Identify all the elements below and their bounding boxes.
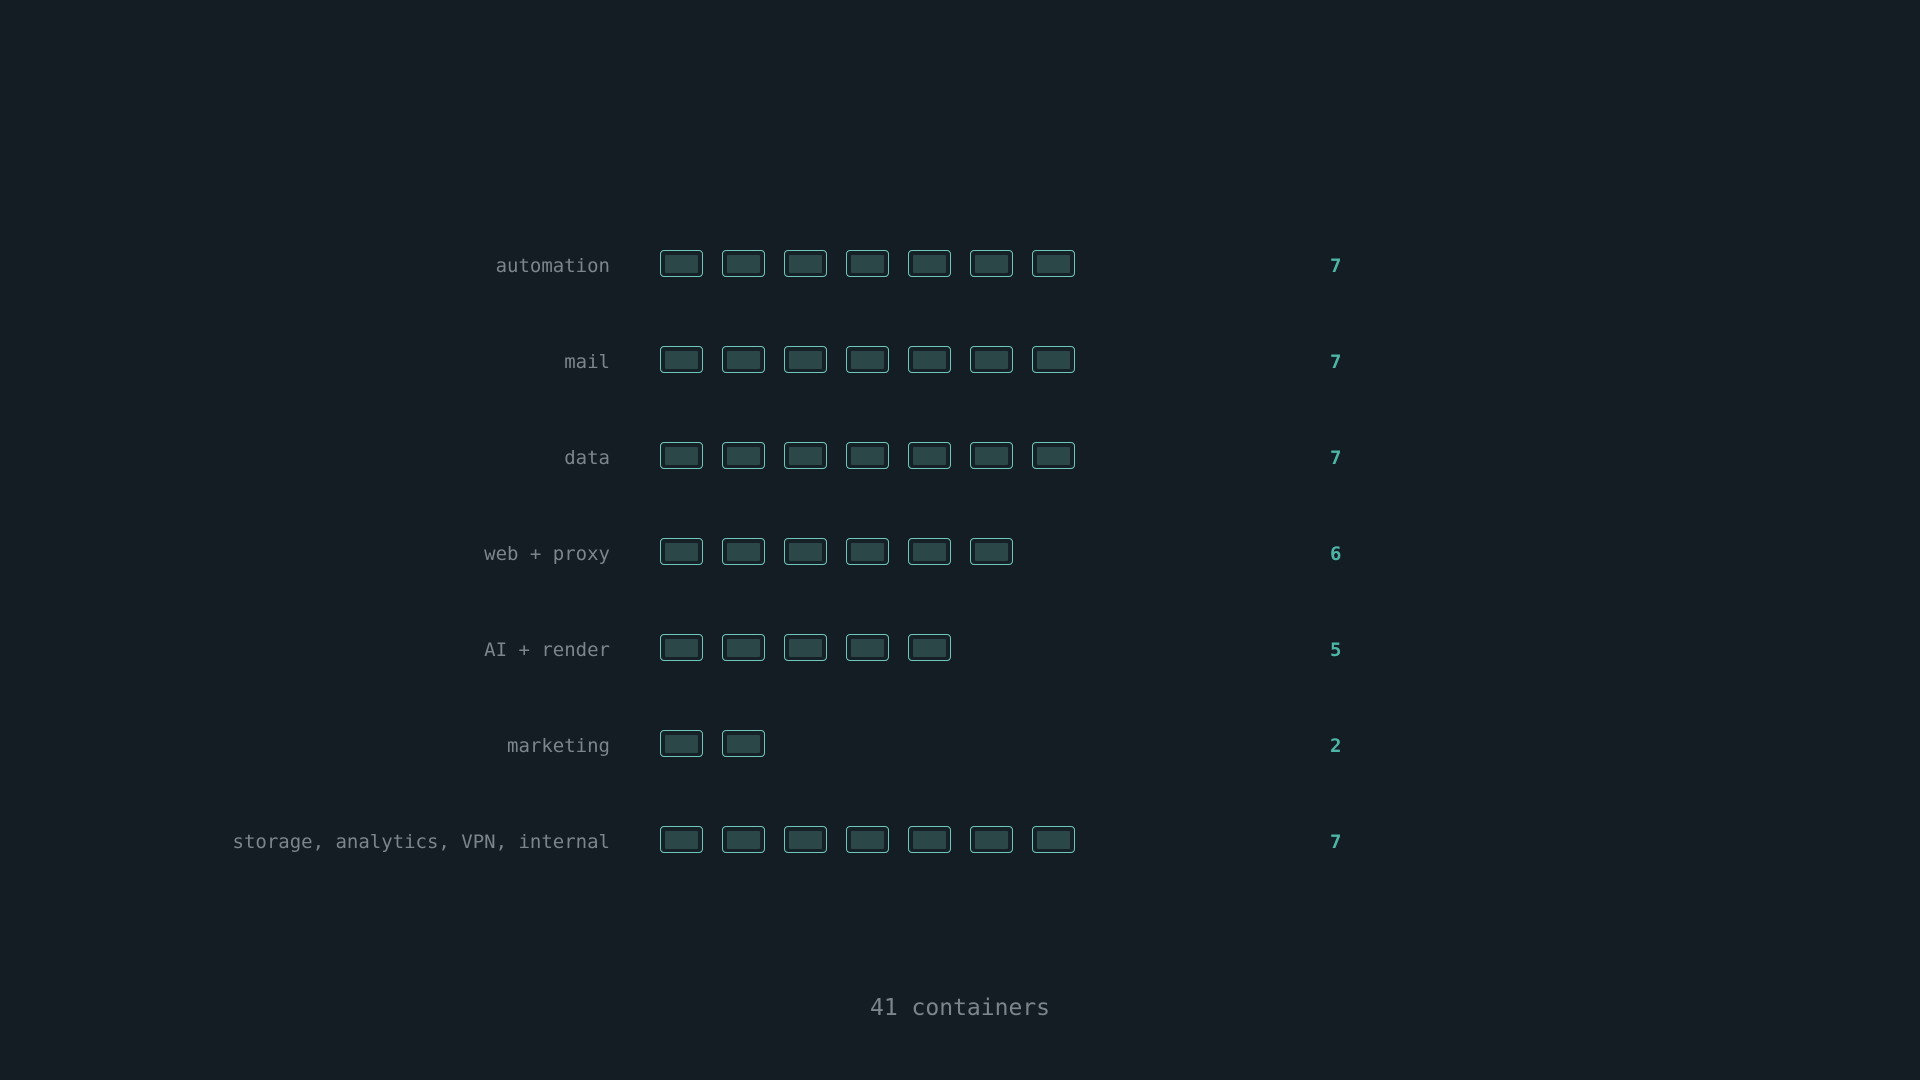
container-box-icon: [846, 346, 889, 373]
group-row: mail 7: [0, 346, 1920, 378]
container-box-icon: [722, 730, 765, 757]
container-box-icon: [970, 346, 1013, 373]
container-box-icon: [722, 442, 765, 469]
container-box-icon: [908, 442, 951, 469]
container-box-icon: [908, 826, 951, 853]
container-box-icon: [722, 634, 765, 661]
container-box-icon: [1032, 346, 1075, 373]
container-box-icon: [846, 250, 889, 277]
group-row: storage, analytics, VPN, internal 7: [0, 826, 1920, 858]
container-box-icon: [784, 634, 827, 661]
container-box-icon: [722, 538, 765, 565]
container-box-icon: [1032, 442, 1075, 469]
container-box-icon: [660, 442, 703, 469]
container-box-icon: [660, 826, 703, 853]
group-count: 7: [1330, 831, 1342, 853]
container-box-icon: [784, 442, 827, 469]
group-row: AI + render 5: [0, 634, 1920, 666]
container-box-icon: [970, 826, 1013, 853]
container-box-icon: [660, 634, 703, 661]
group-label: mail: [564, 351, 610, 373]
container-box-icon: [660, 250, 703, 277]
group-label: web + proxy: [484, 543, 610, 565]
group-count: 7: [1330, 255, 1342, 277]
container-box-icon: [660, 538, 703, 565]
group-count: 7: [1330, 351, 1342, 373]
group-count: 2: [1330, 735, 1342, 757]
group-count: 7: [1330, 447, 1342, 469]
container-box-icon: [846, 634, 889, 661]
container-box-icon: [784, 250, 827, 277]
container-box-icon: [1032, 826, 1075, 853]
container-box-icon: [1032, 250, 1075, 277]
group-label: marketing: [507, 735, 610, 757]
container-box-icon: [660, 346, 703, 373]
container-box-icon: [970, 250, 1013, 277]
group-row: data 7: [0, 442, 1920, 474]
group-label: data: [564, 447, 610, 469]
group-label: automation: [495, 255, 610, 277]
container-box-icon: [722, 826, 765, 853]
container-box-icon: [660, 730, 703, 757]
group-count: 6: [1330, 543, 1342, 565]
container-box-icon: [784, 538, 827, 565]
container-box-icon: [784, 346, 827, 373]
container-box-icon: [846, 442, 889, 469]
container-box-icon: [722, 346, 765, 373]
container-box-icon: [908, 634, 951, 661]
group-count: 5: [1330, 639, 1342, 661]
group-label: storage, analytics, VPN, internal: [232, 831, 611, 853]
group-label: AI + render: [484, 639, 610, 661]
total-containers-label: 41 containers: [869, 995, 1050, 1021]
container-box-icon: [784, 826, 827, 853]
container-box-icon: [908, 346, 951, 373]
container-box-icon: [970, 442, 1013, 469]
container-box-icon: [846, 826, 889, 853]
group-row: web + proxy 6: [0, 538, 1920, 570]
container-box-icon: [846, 538, 889, 565]
group-row: marketing 2: [0, 730, 1920, 762]
container-box-icon: [908, 250, 951, 277]
container-box-icon: [722, 250, 765, 277]
container-box-icon: [970, 538, 1013, 565]
group-row: automation 7: [0, 250, 1920, 282]
container-groups-diagram: automation 7 mail 7 data 7 web + proxy 6 AI + re…: [0, 0, 1920, 1080]
container-box-icon: [908, 538, 951, 565]
